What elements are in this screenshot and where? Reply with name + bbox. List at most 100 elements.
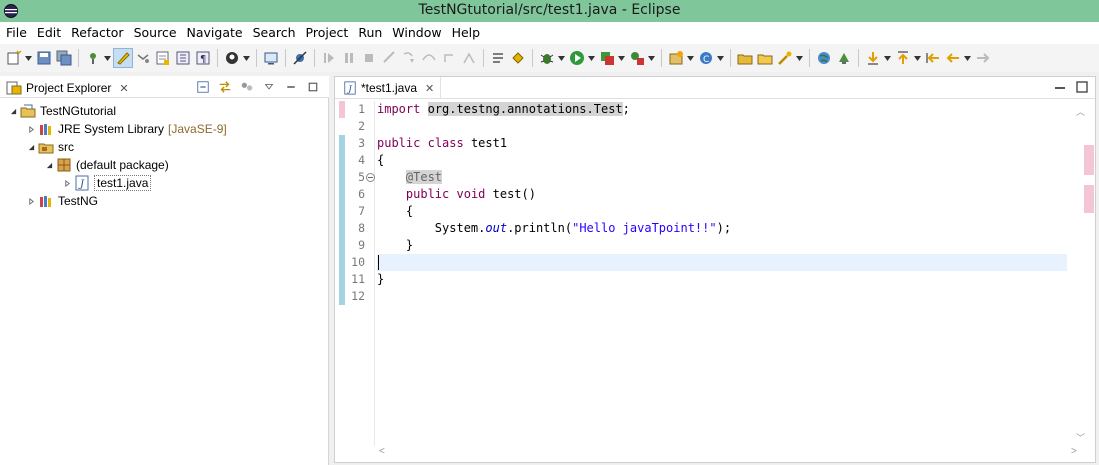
suspend-icon[interactable] (340, 49, 358, 67)
highlight-icon[interactable] (113, 48, 133, 68)
close-icon[interactable]: ✕ (119, 82, 128, 95)
new-class-dropdown-icon[interactable] (716, 49, 724, 67)
tab-test1-java[interactable]: J *test1.java ✕ (337, 77, 442, 99)
profile-icon[interactable] (223, 49, 241, 67)
tree-item-test1-java[interactable]: J test1.java (0, 174, 329, 192)
collapsed-arrow-icon[interactable] (26, 124, 36, 134)
code-line: import org.testng.annotations.Test; (377, 101, 630, 118)
next-annotation-icon[interactable] (864, 49, 882, 67)
menu-window[interactable]: Window (390, 25, 447, 40)
mark-occurrences-icon[interactable] (509, 49, 527, 67)
coverage-icon[interactable] (598, 49, 616, 67)
debug-icon[interactable] (538, 49, 556, 67)
open-task-icon[interactable] (756, 49, 774, 67)
maximize-icon[interactable] (305, 79, 321, 95)
toggle-mark-icon[interactable] (134, 49, 152, 67)
collapse-all-icon[interactable] (195, 79, 211, 95)
horizontal-scrollbar[interactable]: < > (375, 444, 1095, 462)
globe-icon[interactable] (815, 49, 833, 67)
tree-item-jre-library[interactable]: JRE System Library [JavaSE-9] (0, 120, 329, 138)
scroll-right-icon[interactable]: > (1071, 446, 1077, 457)
coverage-dropdown-icon[interactable] (617, 49, 625, 67)
tree-item-default-package[interactable]: (default package) (0, 156, 329, 174)
overview-ruler-mark[interactable] (1084, 145, 1094, 175)
terminal-dropdown-icon[interactable] (103, 49, 111, 67)
profile-dropdown-icon[interactable] (242, 49, 250, 67)
project-icon (20, 104, 36, 118)
toggle-ant-icon[interactable] (835, 49, 853, 67)
tree-item-project[interactable]: TestNGtutorial (0, 102, 329, 120)
next-annotation-dropdown-icon[interactable] (883, 49, 891, 67)
collapsed-arrow-icon[interactable] (62, 178, 72, 188)
prev-annotation-dropdown-icon[interactable] (913, 49, 921, 67)
tree-item-testng[interactable]: TestNG (0, 192, 329, 210)
new-icon[interactable] (5, 49, 23, 67)
tree-item-label: JRE System Library (58, 122, 165, 136)
prev-annotation-icon[interactable] (894, 49, 912, 67)
pilcrow-icon[interactable]: ¶ (194, 49, 212, 67)
menu-project[interactable]: Project (304, 25, 355, 40)
tasks-icon[interactable] (489, 49, 507, 67)
expanded-arrow-icon[interactable] (8, 106, 18, 116)
overview-ruler-mark[interactable] (1084, 185, 1094, 213)
tab-project-explorer[interactable]: Project Explorer ✕ (2, 78, 133, 98)
menu-help[interactable]: Help (450, 25, 487, 40)
collapse-icon[interactable] (366, 173, 375, 182)
external-tools-dropdown-icon[interactable] (647, 49, 655, 67)
step-over-icon[interactable] (420, 49, 438, 67)
menu-run[interactable]: Run (356, 25, 388, 40)
paragraph-icon[interactable] (174, 49, 192, 67)
code-area[interactable]: import org.testng.annotations.Test; publ… (377, 101, 1067, 446)
toolbar-separator (78, 49, 79, 67)
new-java-project-icon[interactable] (667, 49, 685, 67)
scroll-down-icon[interactable]: ﹀ (1076, 431, 1085, 444)
new-java-project-dropdown-icon[interactable] (686, 49, 694, 67)
step-return-icon[interactable] (440, 49, 458, 67)
run-dropdown-icon[interactable] (587, 49, 595, 67)
show-whitespace-icon[interactable] (154, 49, 172, 67)
use-step-filters-icon[interactable] (460, 49, 478, 67)
terminate-icon[interactable] (360, 49, 378, 67)
scroll-up-icon[interactable]: ︿ (1076, 105, 1085, 118)
forward-icon[interactable] (974, 49, 992, 67)
expanded-arrow-icon[interactable] (44, 160, 54, 170)
new-class-icon[interactable]: C (697, 49, 715, 67)
maximize-icon[interactable] (1075, 81, 1089, 93)
save-all-icon[interactable] (55, 49, 73, 67)
terminal-icon[interactable] (84, 49, 102, 67)
expanded-arrow-icon[interactable] (26, 142, 36, 152)
disconnect-icon[interactable] (380, 49, 398, 67)
close-icon[interactable]: ✕ (425, 82, 434, 95)
menu-search[interactable]: Search (251, 25, 302, 40)
minimize-icon[interactable] (283, 79, 299, 95)
minimize-icon[interactable] (1053, 81, 1067, 93)
view-menu-icon[interactable] (261, 79, 277, 95)
skip-breakpoints-icon[interactable] (291, 49, 309, 67)
menu-navigate[interactable]: Navigate (185, 25, 249, 40)
back-dropdown-icon[interactable] (963, 49, 971, 67)
last-edit-icon[interactable] (924, 49, 942, 67)
resume-icon[interactable] (320, 49, 338, 67)
tree-item-src[interactable]: src (0, 138, 329, 156)
console-icon[interactable] (262, 49, 280, 67)
back-icon[interactable] (944, 49, 962, 67)
filter-icon[interactable] (239, 79, 255, 95)
menu-edit[interactable]: Edit (35, 25, 67, 40)
menu-source[interactable]: Source (132, 25, 183, 40)
external-tools-icon[interactable] (628, 49, 646, 67)
scroll-left-icon[interactable]: < (379, 446, 385, 457)
search-dropdown-icon[interactable] (795, 49, 803, 67)
run-icon[interactable] (568, 49, 586, 67)
open-type-icon[interactable] (736, 49, 754, 67)
save-icon[interactable] (35, 49, 53, 67)
link-with-editor-icon[interactable] (217, 79, 233, 95)
menu-refactor[interactable]: Refactor (69, 25, 129, 40)
search-icon[interactable] (776, 49, 794, 67)
menu-file[interactable]: File (4, 25, 33, 40)
keyword: public (405, 187, 450, 201)
debug-dropdown-icon[interactable] (557, 49, 565, 67)
collapsed-arrow-icon[interactable] (26, 196, 36, 206)
line-number-gutter[interactable]: 1 2 3 4 5 6 7 8 9 10 11 12 (335, 101, 375, 446)
new-dropdown-icon[interactable] (24, 49, 32, 67)
step-into-icon[interactable] (400, 49, 418, 67)
